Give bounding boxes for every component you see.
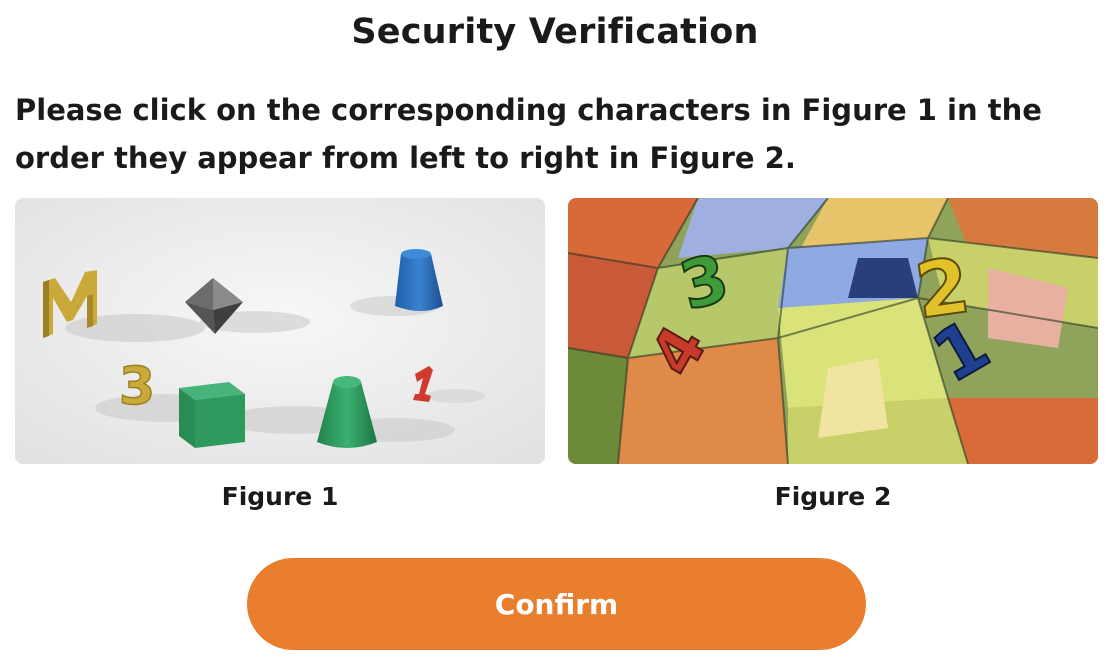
figure-1-image[interactable]: 3: [15, 198, 545, 464]
security-verification-dialog: Security Verification Please click on th…: [0, 0, 1110, 668]
figure-1-digit-3[interactable]: 3: [118, 356, 156, 418]
page-title: Security Verification: [351, 12, 759, 52]
figure-1-caption: Figure 1: [221, 482, 339, 511]
figure-1-scene[interactable]: 3: [15, 198, 545, 464]
svg-text:3: 3: [119, 357, 155, 417]
figure-1-green-cube[interactable]: [179, 382, 245, 448]
figure-2-art: 4 3 2 1: [568, 198, 1098, 464]
figure-2-image: 4 3 2 1: [568, 198, 1098, 464]
confirm-button[interactable]: Confirm: [247, 558, 866, 650]
figure-2-caption: Figure 2: [774, 482, 892, 511]
instruction-text: Please click on the corresponding charac…: [15, 93, 1042, 175]
